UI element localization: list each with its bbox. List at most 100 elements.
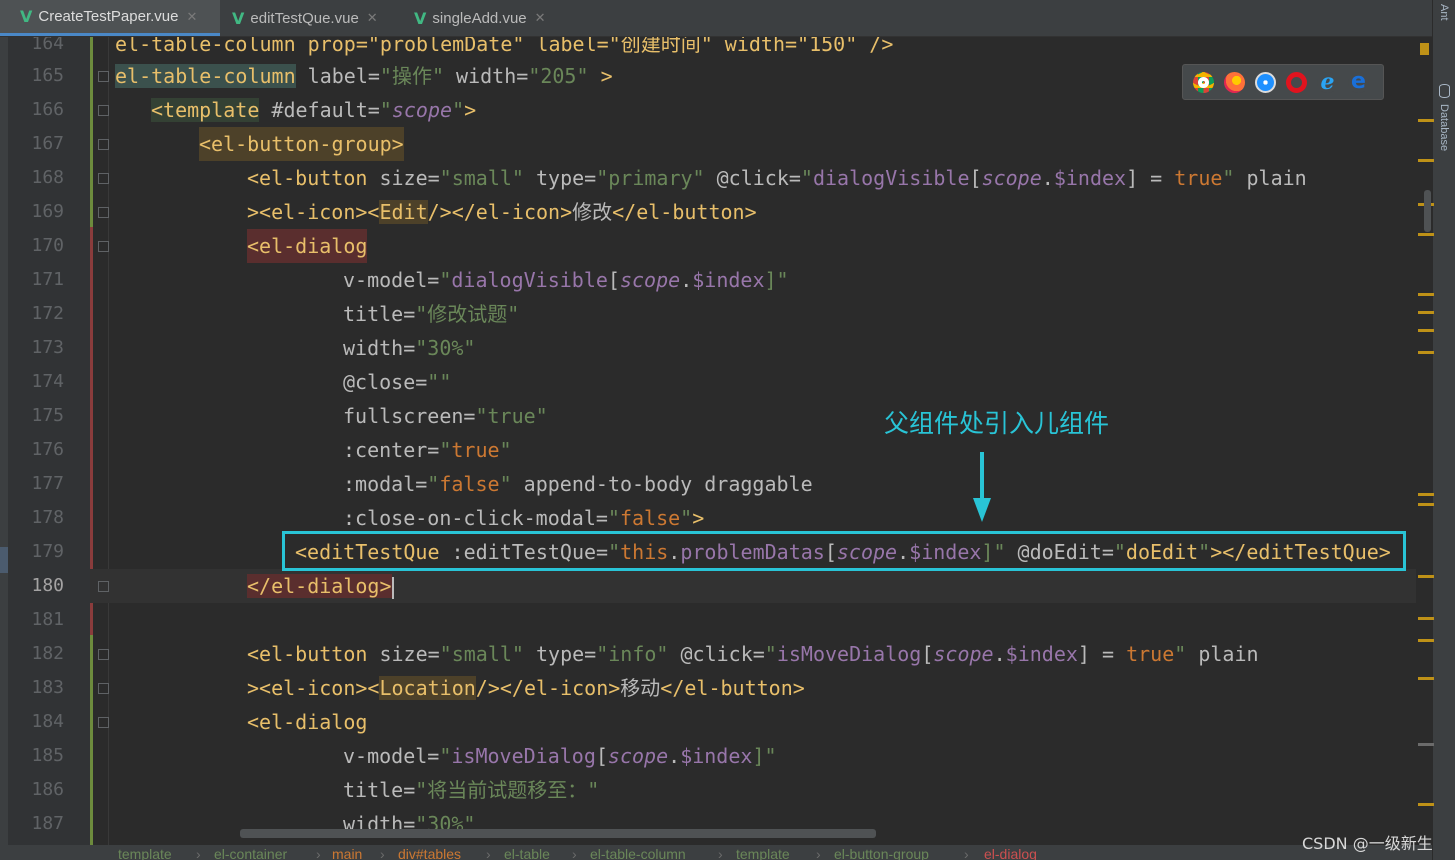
fold-marker[interactable] xyxy=(98,105,109,116)
fold-marker[interactable] xyxy=(98,139,109,150)
breadcrumb-item[interactable]: el-dialog xyxy=(984,847,1037,860)
string: "true" xyxy=(475,404,548,428)
fold-marker[interactable] xyxy=(98,241,109,252)
ie-icon[interactable]: e xyxy=(1317,71,1338,93)
scroll-marker[interactable] xyxy=(1418,233,1434,236)
error-stripe[interactable] xyxy=(1416,37,1434,845)
string: "small" xyxy=(439,642,524,666)
breadcrumb-item[interactable]: el-table xyxy=(504,847,550,860)
close-icon[interactable]: ✕ xyxy=(367,10,378,26)
tab-createtestpaper[interactable]: V CreateTestPaper.vue ✕ xyxy=(0,0,220,36)
attr: @click= xyxy=(668,642,765,666)
breadcrumb-item[interactable]: el-table-column xyxy=(590,847,686,860)
breadcrumb-item[interactable]: div#tables xyxy=(398,847,461,860)
punct: [ xyxy=(921,642,934,666)
highlight-box xyxy=(282,531,1406,571)
tab-singleadd[interactable]: V singleAdd.vue ✕ xyxy=(394,0,574,36)
safari-icon[interactable] xyxy=(1255,71,1276,93)
code-line: 168 <el-button size="small" type="primar… xyxy=(0,161,1416,195)
identifier: isMoveDialog xyxy=(451,744,596,768)
warning-marker[interactable] xyxy=(1420,43,1429,55)
string: "将当前试题移至：" xyxy=(415,778,600,802)
scroll-marker[interactable] xyxy=(1418,119,1434,122)
code-line: 172 title="修改试题" xyxy=(0,297,1416,331)
tab-label: singleAdd.vue xyxy=(432,9,527,27)
code-text: v-model="dialogVisible[scope.$index]" xyxy=(343,263,789,297)
watermark: CSDN @一级新生 xyxy=(1302,834,1433,853)
code-text: <el-button size="small" type="info" @cli… xyxy=(247,637,1259,671)
scroll-marker[interactable] xyxy=(1418,743,1434,746)
line-number: 186 xyxy=(31,779,64,800)
chrome-icon[interactable] xyxy=(1193,71,1214,93)
breadcrumb: template › el-container › main › div#tab… xyxy=(0,845,1432,860)
breadcrumb-item[interactable]: template xyxy=(118,847,172,860)
breadcrumb-separator: › xyxy=(196,846,201,860)
fold-marker[interactable] xyxy=(98,649,109,660)
tag-name: ><el-icon>< xyxy=(247,676,380,700)
annotation-arrow-head xyxy=(973,498,991,522)
punct: . xyxy=(1041,166,1054,190)
scroll-marker[interactable] xyxy=(1418,503,1434,506)
text-cursor xyxy=(391,576,394,599)
text: 移动 xyxy=(620,676,661,700)
scroll-marker[interactable] xyxy=(1418,351,1434,354)
tag-name: /></el-icon> xyxy=(427,200,573,224)
firefox-icon[interactable] xyxy=(1224,71,1245,93)
line-number: 173 xyxy=(31,337,64,358)
line-number: 178 xyxy=(31,507,64,528)
opera-icon[interactable] xyxy=(1286,71,1307,93)
vertical-scrollbar-thumb[interactable] xyxy=(1424,190,1431,232)
string: " xyxy=(1222,166,1235,190)
breadcrumb-item[interactable]: el-button-group xyxy=(834,847,929,860)
attr: v-model= xyxy=(343,268,440,292)
string: "" xyxy=(427,370,452,394)
scroll-marker[interactable] xyxy=(1418,639,1434,642)
fold-marker[interactable] xyxy=(98,717,109,728)
breadcrumb-separator: › xyxy=(816,846,821,860)
code-text: ><el-icon><Location/></el-icon>移动</el-bu… xyxy=(247,671,805,705)
code-line: 171 v-model="dialogVisible[scope.$index]… xyxy=(0,263,1416,297)
scroll-marker[interactable] xyxy=(1418,575,1434,578)
fold-marker[interactable] xyxy=(98,173,109,184)
close-icon[interactable]: ✕ xyxy=(535,10,546,26)
code-line-current: 180 </el-dialog> xyxy=(0,569,1416,603)
line-number: 181 xyxy=(31,609,64,630)
scroll-marker[interactable] xyxy=(1418,803,1434,806)
scroll-marker[interactable] xyxy=(1418,617,1434,620)
code-line: 186 title="将当前试题移至：" xyxy=(0,773,1416,807)
breadcrumb-separator: › xyxy=(486,846,491,860)
scroll-marker[interactable] xyxy=(1418,677,1434,680)
variable: scope xyxy=(391,98,453,122)
string: " xyxy=(499,472,512,496)
scroll-marker[interactable] xyxy=(1418,329,1434,332)
code-line: 183 ><el-icon><Location/></el-icon>移动</e… xyxy=(0,671,1416,705)
code-line: 185 v-model="isMoveDialog[scope.$index]" xyxy=(0,739,1416,773)
tab-edittestque[interactable]: V editTestQue.vue ✕ xyxy=(212,0,408,36)
string: " xyxy=(680,506,693,530)
edge-icon[interactable]: e xyxy=(1348,70,1369,93)
scroll-marker[interactable] xyxy=(1418,311,1434,314)
keyword: true xyxy=(1174,166,1223,190)
fold-marker[interactable] xyxy=(98,581,109,592)
breadcrumb-item[interactable]: main xyxy=(332,847,362,860)
scroll-marker[interactable] xyxy=(1418,493,1434,496)
line-number: 183 xyxy=(31,677,64,698)
line-number: 176 xyxy=(31,439,64,460)
string: " xyxy=(452,98,465,122)
database-tool-tab[interactable]: Database xyxy=(1438,104,1450,151)
breadcrumb-item[interactable]: el-container xyxy=(214,847,287,860)
fold-marker[interactable] xyxy=(98,683,109,694)
ant-tool-tab[interactable]: Ant xyxy=(1438,4,1450,21)
scroll-marker[interactable] xyxy=(1418,159,1434,162)
breadcrumb-item[interactable]: template xyxy=(736,847,790,860)
scroll-marker[interactable] xyxy=(1418,293,1434,296)
close-icon[interactable]: ✕ xyxy=(186,9,197,25)
attr: size= xyxy=(367,166,440,190)
fold-marker[interactable] xyxy=(98,207,109,218)
string: "small" xyxy=(439,166,524,190)
horizontal-scrollbar-thumb[interactable] xyxy=(240,829,876,838)
line-number: 169 xyxy=(31,201,64,222)
attr: plain xyxy=(1234,166,1307,190)
code-editor[interactable]: 164 el-table-column prop="problemDate" l… xyxy=(0,37,1416,845)
fold-marker[interactable] xyxy=(98,71,109,82)
